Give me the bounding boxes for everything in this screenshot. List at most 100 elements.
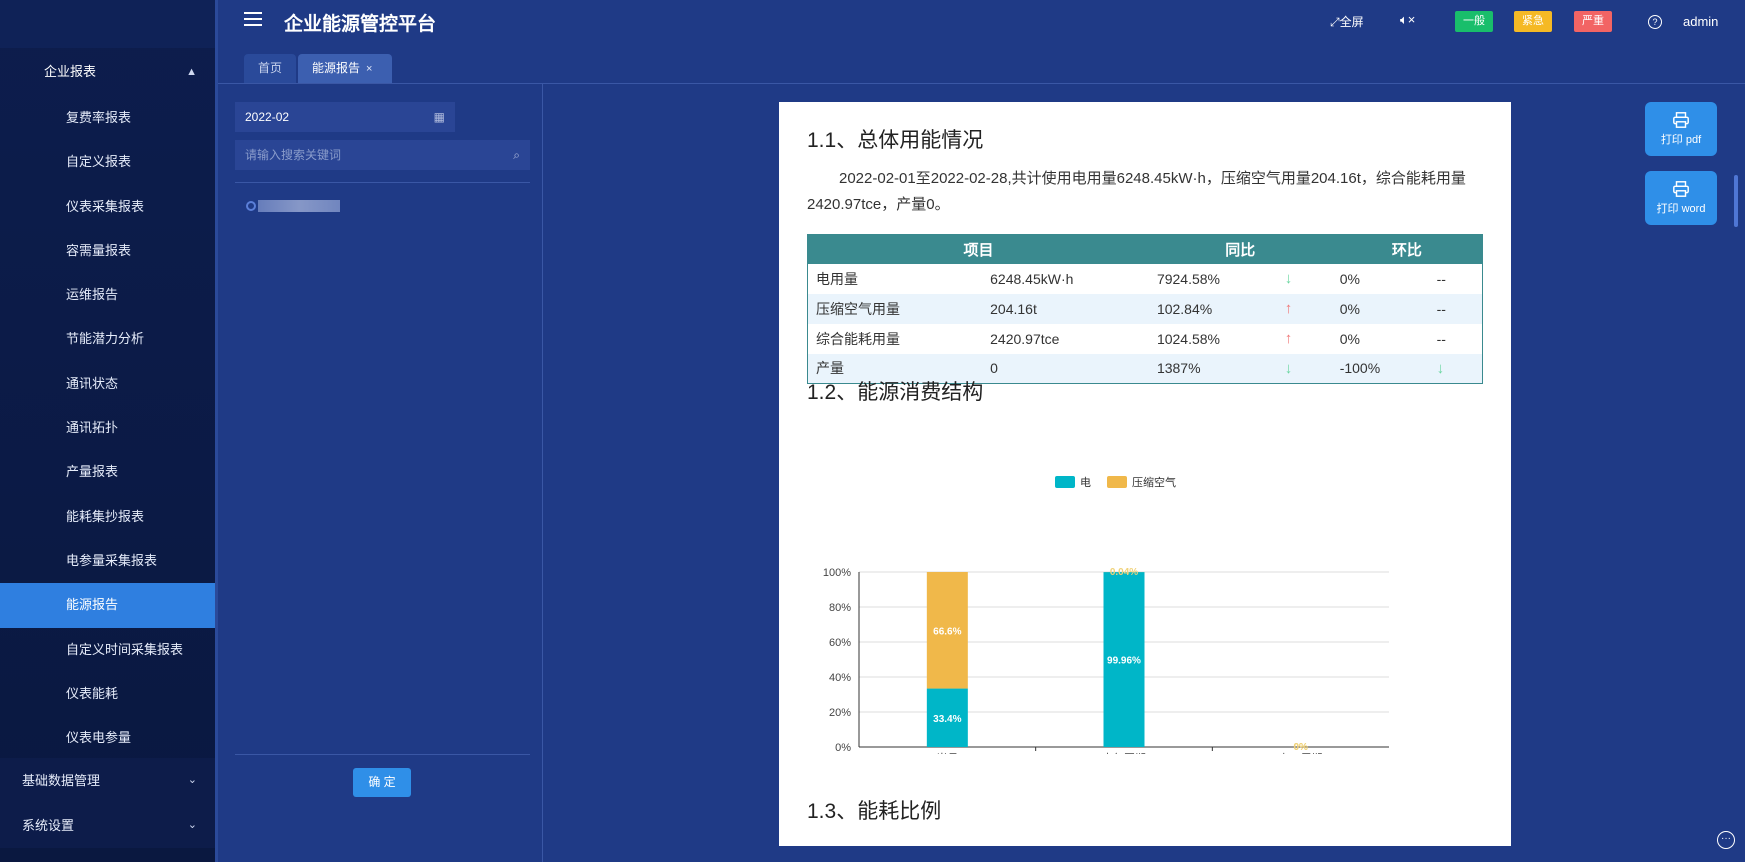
yoy-indicator: ↓ <box>1277 264 1332 294</box>
menu-group-label: 企业报表 <box>44 64 97 79</box>
legend-swatch <box>1055 476 1075 488</box>
sidebar-item[interactable]: 电参量采集报表 <box>0 539 215 583</box>
alarm-general-badge[interactable]: 一般 <box>1455 11 1493 32</box>
y-tick-label: 100% <box>823 567 851 579</box>
sidebar-item[interactable]: 节能潜力分析 <box>0 317 215 361</box>
tab-home[interactable]: 首页 <box>244 54 296 83</box>
mom-indicator: -- <box>1436 270 1446 287</box>
tree-node-label-blurred <box>258 200 340 212</box>
energy-structure-chart: 电 压缩空气 0% 20% 40% 60% 80% 100% 33.4% 66.6% 当月 99.96… <box>807 454 1487 765</box>
tab-label: 能源报告 <box>312 61 361 75</box>
menu-toggle-icon[interactable] <box>244 12 262 28</box>
row-yoy: 1024.58% <box>1156 330 1220 347</box>
menu-group-system-settings[interactable]: 系统设置 ⌄ <box>0 803 215 848</box>
row-mom: 0% <box>1339 270 1360 287</box>
table-row: 压缩空气用量 204.16t 102.84% ↑ 0% -- <box>807 293 1483 324</box>
scrollbar-thumb[interactable] <box>1734 175 1738 227</box>
printer-icon <box>1673 112 1689 128</box>
tab-energy-report[interactable]: 能源报告 × <box>298 54 392 83</box>
mom-indicator: -- <box>1436 330 1446 347</box>
legend-label: 电 <box>1080 476 1091 489</box>
table-header: 项目 <box>807 234 1149 264</box>
sidebar-item[interactable]: 容需量报表 <box>0 229 215 273</box>
help-icon[interactable]: ? <box>1648 15 1662 29</box>
divider <box>235 182 530 183</box>
sidebar-item[interactable]: 仪表能耗 <box>0 672 215 716</box>
arrow-down-icon: ↓ <box>1436 359 1445 377</box>
fullscreen-label: 全屏 <box>1339 15 1364 29</box>
menu-group-base-data[interactable]: 基础数据管理 ⌄ <box>0 758 215 803</box>
fullscreen-button[interactable]: ⤢全屏 <box>1330 13 1364 30</box>
sidebar-item[interactable]: 自定义时间采集报表 <box>0 628 215 672</box>
sidebar-item[interactable]: 仪表电参量 <box>0 716 215 760</box>
table-row: 电用量 6248.45kW·h 7924.58% ↓ 0% -- <box>808 264 1483 294</box>
arrow-up-icon: ↑ <box>1284 330 1293 347</box>
row-mom: 0% <box>1339 330 1360 347</box>
menu-group-label: 系统设置 <box>22 818 75 833</box>
divider <box>235 754 530 755</box>
y-tick-label: 20% <box>829 707 851 719</box>
legend-label: 压缩空气 <box>1132 475 1176 489</box>
alarm-urgent-badge[interactable]: 紧急 <box>1514 11 1552 32</box>
print-word-button[interactable]: 打印 word <box>1645 171 1717 225</box>
section-title-ratio: 1.3、能耗比例 <box>807 800 942 823</box>
sidebar-item[interactable]: 通讯状态 <box>0 362 215 406</box>
chevron-down-icon: ⌄ <box>187 774 197 786</box>
sidebar-item[interactable]: 能耗集抄报表 <box>0 495 215 539</box>
report-document: 1.1、总体用能情况 2022-02-01至2022-02-28,共计使用电用量… <box>779 102 1511 846</box>
menu-group-enterprise-reports[interactable]: 企业报表 ▲ <box>0 48 215 96</box>
bar-data-label: 0.04% <box>1110 567 1138 578</box>
arrow-down-icon: ↓ <box>1284 270 1293 287</box>
mute-icon[interactable]: 🔈︎× <box>1400 12 1415 28</box>
table-header: 环比 <box>1331 234 1483 264</box>
tree-node[interactable] <box>246 199 340 213</box>
confirm-button[interactable]: 确 定 <box>353 768 411 797</box>
expand-icon: ⤢ <box>1330 15 1340 29</box>
x-tick-label: 去年同期 <box>1102 751 1146 754</box>
sidebar-item[interactable]: 复费率报表 <box>0 96 215 140</box>
bar-data-label: 99.96% <box>1107 656 1141 667</box>
top-header: 企业能源管控平台 ⤢全屏 🔈︎× 一般 紧急 严重 ? admin <box>218 0 1745 44</box>
row-value: 6248.45kW·h <box>990 270 1074 287</box>
chevron-down-icon: ⌄ <box>187 819 197 831</box>
row-value: 204.16t <box>982 293 1149 324</box>
sidebar-item[interactable]: 仪表采集报表 <box>0 185 215 229</box>
arrow-down-icon: ↓ <box>1284 359 1293 377</box>
radio-icon[interactable] <box>246 201 256 211</box>
chevron-up-icon: ▲ <box>186 66 197 78</box>
sidebar-item[interactable]: 运维报告 <box>0 273 215 317</box>
close-icon[interactable]: × <box>366 63 372 75</box>
sidebar-logo-area <box>0 0 215 48</box>
sidebar-item[interactable]: 自定义报表 <box>0 140 215 184</box>
alarm-severe-badge[interactable]: 严重 <box>1574 11 1612 32</box>
sidebar-item[interactable]: 通讯拓扑 <box>0 406 215 450</box>
y-tick-label: 60% <box>829 637 851 649</box>
table-header-row: 项目 同比 环比 <box>807 234 1483 264</box>
bar-data-label: 33.4% <box>933 714 961 725</box>
section-title-overall: 1.1、总体用能情况 <box>807 129 984 152</box>
month-picker[interactable]: 2022-02 ▦ <box>235 102 455 132</box>
energy-summary-table: 项目 同比 环比 电用量 6248.45kW·h 7924.58% ↓ 0% -- 压缩空气… <box>807 234 1483 384</box>
row-name: 电用量 <box>816 270 858 287</box>
row-mom: 0% <box>1331 293 1429 324</box>
sidebar-item[interactable]: 能源报告 <box>0 583 215 628</box>
y-tick-label: 0% <box>835 742 851 754</box>
print-pdf-label: 打印 pdf <box>1660 134 1702 146</box>
user-menu[interactable]: admin <box>1683 14 1718 29</box>
row-name: 综合能耗用量 <box>816 330 900 347</box>
mom-indicator: -- <box>1428 293 1483 324</box>
bar-data-label: 0% <box>1293 742 1308 753</box>
search-input[interactable]: 请输入搜索关键词 ⌕ <box>235 140 530 170</box>
chat-icon[interactable]: ··· <box>1717 831 1735 849</box>
section-title-structure: 1.2、能源消费结构 <box>807 381 984 404</box>
search-icon: ⌕ <box>513 148 520 162</box>
yoy-indicator: ↑ <box>1276 293 1332 324</box>
print-pdf-button[interactable]: 打印 pdf <box>1645 102 1717 156</box>
filter-panel: 2022-02 ▦ 请输入搜索关键词 ⌕ 确 定 <box>218 84 543 862</box>
y-tick-label: 80% <box>829 602 851 614</box>
bar-data-label: 66.6% <box>933 626 961 637</box>
row-yoy: 7924.58% <box>1156 270 1220 287</box>
table-row: 综合能耗用量 2420.97tce 1024.58% ↑ 0% -- <box>808 324 1483 354</box>
sidebar-item[interactable]: 产量报表 <box>0 450 215 494</box>
mom-indicator: ↓ <box>1428 353 1483 384</box>
